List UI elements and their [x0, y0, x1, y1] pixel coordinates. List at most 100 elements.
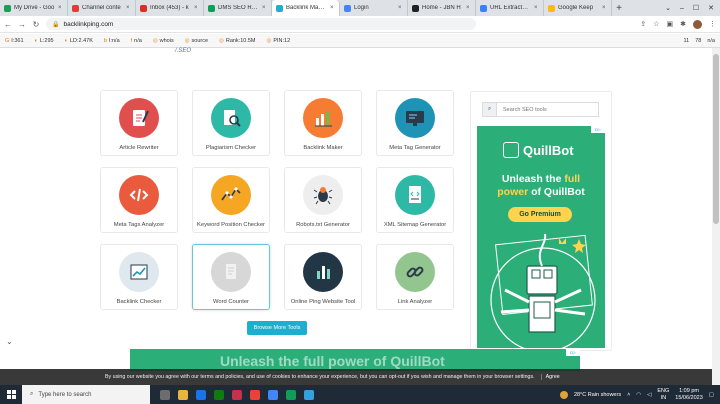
cookie-agree-button[interactable]: Agree: [540, 374, 560, 380]
seo-metric[interactable]: G I:361: [5, 38, 24, 44]
language-indicator[interactable]: ENG IN: [657, 388, 669, 402]
browser-tab[interactable]: My Drive - Goo ×: [0, 0, 68, 16]
extension-icon[interactable]: ▣: [667, 20, 674, 28]
close-window-icon[interactable]: ✕: [708, 4, 714, 12]
quillbot-sidebar-ad[interactable]: D▷ QuillBot Unleash the full power of Qu…: [477, 126, 605, 348]
tab-close-icon[interactable]: ×: [58, 5, 63, 11]
tool-tile[interactable]: Article Rewriter: [100, 90, 178, 156]
chevron-down-icon[interactable]: ⌄: [6, 337, 13, 346]
profile-avatar[interactable]: [693, 19, 702, 29]
seo-metric[interactable]: f n/a: [131, 38, 142, 44]
browser-tab-strip: My Drive - Goo × Channel conte × Inbox (453)…: [0, 0, 720, 16]
kebab-menu-icon[interactable]: ⋮: [709, 20, 716, 28]
search-seo-tools-input[interactable]: [497, 102, 599, 117]
lock-icon: 🔒: [52, 21, 60, 28]
taskbar-app-icon[interactable]: [232, 389, 242, 400]
star-icon[interactable]: ☆: [653, 20, 659, 28]
adchoices-icon[interactable]: D▷: [566, 349, 580, 356]
tab-close-icon[interactable]: ×: [126, 5, 131, 11]
seo-metric[interactable]: ◎ Rank:10.5M: [219, 38, 255, 44]
start-button[interactable]: [0, 385, 22, 404]
tab-close-icon[interactable]: ×: [330, 5, 335, 11]
seo-metric[interactable]: ◐ LD:2.47K: [65, 38, 93, 44]
volume-icon[interactable]: ◁: [647, 392, 651, 398]
tab-close-icon[interactable]: ×: [534, 5, 539, 11]
seo-metric[interactable]: ◐ L:295: [35, 38, 54, 44]
minimize-icon[interactable]: –: [680, 5, 684, 12]
tool-tile[interactable]: Backlink Maker: [284, 90, 362, 156]
seo-metric-label: PIN:12: [273, 37, 291, 44]
taskbar-app-icon[interactable]: [196, 389, 206, 400]
notification-icon[interactable]: ▢: [709, 392, 714, 398]
tool-tile[interactable]: Robots.txt Generator: [284, 167, 362, 233]
seo-right-metric[interactable]: 78: [695, 38, 701, 44]
tab-favicon-icon: [480, 4, 487, 12]
tool-tile[interactable]: XML Sitemap Generator: [376, 167, 454, 233]
clock-time: 1:09 pm: [679, 387, 699, 394]
tray-chevron-icon[interactable]: ˄: [627, 392, 630, 398]
scrollbar-thumb[interactable]: [713, 54, 719, 224]
page-scrollbar[interactable]: [712, 48, 720, 385]
browser-tab[interactable]: Channel conte ×: [68, 0, 136, 16]
go-premium-button[interactable]: Go Premium: [508, 207, 572, 222]
tab-close-icon[interactable]: ×: [398, 5, 403, 11]
seo-metric[interactable]: ◎ source: [185, 38, 208, 44]
seo-metric[interactable]: ◎ whois: [153, 38, 174, 44]
taskbar-app-icon[interactable]: [286, 389, 296, 400]
clock[interactable]: 1:09 pm 15/06/2023: [675, 388, 703, 402]
browser-tab[interactable]: Login ×: [340, 0, 408, 16]
tab-close-icon[interactable]: ×: [194, 5, 199, 11]
tab-label: My Drive - Goo: [14, 5, 55, 11]
taskbar-app-icon[interactable]: [268, 389, 278, 400]
tool-tile[interactable]: Online Ping Website Tool: [284, 244, 362, 310]
tool-tile[interactable]: Plagiarism Checker: [192, 90, 270, 156]
tool-tile[interactable]: Keyword Position Checker: [192, 167, 270, 233]
maximize-icon[interactable]: ☐: [693, 4, 699, 12]
browser-tab[interactable]: Backlink Mass I ×: [272, 0, 340, 16]
tool-tile[interactable]: Meta Tags Analyzer: [100, 167, 178, 233]
browser-tab[interactable]: DMS SEO Repo ×: [204, 0, 272, 16]
search-icon[interactable]: ⌕: [482, 102, 497, 117]
forward-icon[interactable]: →: [18, 20, 26, 29]
taskbar-app-icon[interactable]: [178, 389, 188, 400]
browser-tab[interactable]: URL Extractor C ×: [476, 0, 544, 16]
puzzle-icon[interactable]: ✱: [680, 20, 686, 28]
seo-right-metric[interactable]: n/a: [707, 38, 715, 44]
adchoices-icon[interactable]: D▷: [591, 126, 605, 133]
browser-tab[interactable]: Google Keep ×: [544, 0, 612, 16]
tab-favicon-icon: [276, 4, 283, 12]
reload-icon[interactable]: ↻: [32, 20, 40, 29]
url-omnibox[interactable]: 🔒 backlinkping.com: [46, 18, 476, 30]
back-icon[interactable]: ←: [4, 20, 12, 29]
seo-right-metric[interactable]: 11: [684, 38, 690, 44]
taskbar-app-icon[interactable]: [304, 389, 314, 400]
site-logo[interactable]: /.SEO: [175, 48, 191, 54]
windows-taskbar: ⌕ Type here to search 28°C Rain showers …: [0, 385, 720, 404]
seo-metric[interactable]: b I:n/a: [104, 38, 120, 44]
taskbar-search[interactable]: ⌕ Type here to search: [22, 385, 150, 404]
browser-tab[interactable]: Home - JBN H ×: [408, 0, 476, 16]
quillbot-bottom-ad[interactable]: D▷ Unleash the full power of QuillBot: [130, 349, 580, 371]
new-tab-button[interactable]: +: [612, 0, 626, 16]
magnifier-document-icon: [211, 98, 251, 138]
taskbar-app-icon[interactable]: [214, 389, 224, 400]
share-icon[interactable]: ⇪: [640, 20, 646, 28]
tab-search-icon[interactable]: ⌄: [665, 4, 671, 12]
tab-close-icon[interactable]: ×: [466, 5, 471, 11]
browser-tab[interactable]: Inbox (453) - k ×: [136, 0, 204, 16]
browse-more-tools-button[interactable]: Browse More Tools: [247, 321, 307, 335]
taskbar-app-icon[interactable]: [160, 389, 170, 400]
tool-tile[interactable]: Meta Tag Generator: [376, 90, 454, 156]
tool-tile[interactable]: Link Analyzer: [376, 244, 454, 310]
tab-close-icon[interactable]: ×: [602, 5, 607, 11]
seo-metric[interactable]: ◎ PIN:12: [267, 38, 291, 44]
tab-close-icon[interactable]: ×: [262, 5, 267, 11]
tool-tile[interactable]: Word Counter: [192, 244, 270, 310]
seo-metric-label: source: [191, 37, 209, 44]
taskbar-app-icon[interactable]: [250, 389, 260, 400]
network-icon[interactable]: ◠: [636, 392, 641, 398]
weather-text[interactable]: 28°C Rain showers: [574, 392, 621, 398]
bottom-ad-text: Unleash the full power of QuillBot: [220, 353, 445, 369]
tool-tile[interactable]: Backlink Checker: [100, 244, 178, 310]
ad-headline-2: power: [497, 186, 529, 198]
